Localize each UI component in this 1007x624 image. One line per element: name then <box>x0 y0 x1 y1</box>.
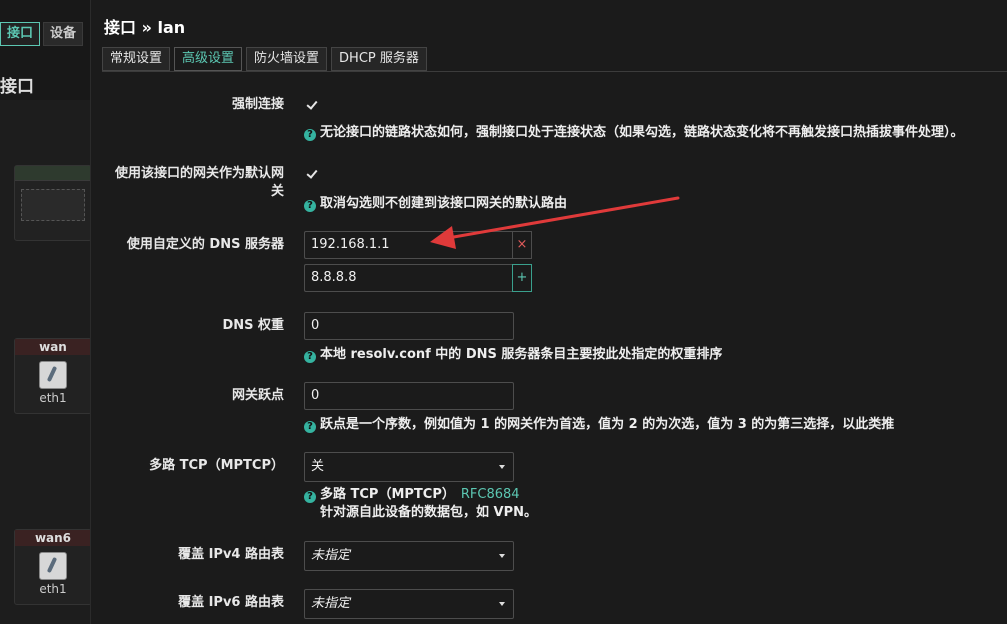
lan-card-header <box>15 166 91 181</box>
mptcp-help-line2: 针对源自此设备的数据包，如 VPN。 <box>320 505 537 520</box>
wan-card-header: wan <box>15 339 91 355</box>
dns-weight-help: ? 本地 resolv.conf 中的 DNS 服务器条目主要按此处指定的权重排序 <box>304 346 722 364</box>
dns-server-input-2[interactable]: 8.8.8.8 <box>304 264 512 292</box>
wan-card[interactable]: wan eth1 <box>14 338 92 414</box>
dns-entry-1: 192.168.1.1 × <box>304 231 532 259</box>
modal-tabs: 常规设置 高级设置 防火墙设置 DHCP 服务器 <box>102 47 1007 72</box>
wan-device-label: eth1 <box>39 391 67 405</box>
gateway-metric-help-text: 跃点是一个序数，例如值为 1 的网关作为首选，值为 2 的为次选，值为 3 的为… <box>320 417 895 432</box>
default-gateway-label: 使用该接口的网关作为默认网 关 <box>115 165 284 201</box>
ipv4-table-label: 覆盖 IPv4 路由表 <box>178 547 284 562</box>
default-gateway-help: ? 取消勾选则不创建到该接口网关的默认路由 <box>304 195 567 213</box>
help-icon: ? <box>304 421 316 433</box>
wan6-card-header: wan6 <box>15 530 91 546</box>
tab-dhcp-server[interactable]: DHCP 服务器 <box>331 47 427 71</box>
bg-tab-interfaces[interactable]: 接口 <box>0 22 41 46</box>
help-icon: ? <box>304 351 316 363</box>
default-gateway-label-line2: 关 <box>270 184 284 199</box>
rfc8684-link[interactable]: RFC8684 <box>461 487 520 502</box>
gateway-metric-input[interactable]: 0 <box>304 382 514 410</box>
gateway-metric-help: ? 跃点是一个序数，例如值为 1 的网关作为首选，值为 2 的为次选，值为 3 的… <box>304 416 894 434</box>
ipv6-table-select[interactable]: 未指定 <box>304 589 514 619</box>
ipv6-table-label: 覆盖 IPv6 路由表 <box>178 595 284 610</box>
background-tabs: 接口 设备 <box>0 22 86 46</box>
add-dns-button[interactable]: + <box>512 264 532 292</box>
ipv6-table-selected-value: 未指定 <box>311 596 351 611</box>
default-gateway-help-text: 取消勾选则不创建到该接口网关的默认路由 <box>320 196 568 211</box>
chevron-down-icon <box>499 554 505 558</box>
dns-weight-label: DNS 权重 <box>222 318 284 333</box>
default-gateway-label-line1: 使用该接口的网关作为默认网 <box>114 166 284 181</box>
dns-weight-help-text: 本地 resolv.conf 中的 DNS 服务器条目主要按此处指定的权重排序 <box>320 347 723 362</box>
modal-title: 接口 » lan <box>104 18 186 37</box>
gateway-metric-label: 网关跃点 <box>231 388 284 403</box>
check-icon <box>306 168 318 180</box>
ipv4-table-selected-value: 未指定 <box>311 548 351 563</box>
tab-advanced-settings[interactable]: 高级设置 <box>174 47 243 71</box>
interface-edit-modal: 接口 » lan 常规设置 高级设置 防火墙设置 DHCP 服务器 强制连接 ?… <box>90 0 1007 624</box>
tab-general-settings[interactable]: 常规设置 <box>102 47 171 71</box>
custom-dns-label: 使用自定义的 DNS 服务器 <box>126 237 284 252</box>
dns-entry-2: 8.8.8.8 + <box>304 264 532 292</box>
ipv4-table-select[interactable]: 未指定 <box>304 541 514 571</box>
wan6-card[interactable]: wan6 eth1 <box>14 529 92 605</box>
help-icon: ? <box>304 129 316 141</box>
force-link-help: ? 无论接口的链路状态如何，强制接口处于连接状态（如果勾选，链路状态变化将不再触发… <box>304 124 964 142</box>
force-link-label: 强制连接 <box>231 97 284 112</box>
default-gateway-checkbox[interactable] <box>306 168 318 180</box>
mptcp-select[interactable]: 关 <box>304 452 514 482</box>
force-link-help-text: 无论接口的链路状态如何，强制接口处于连接状态（如果勾选，链路状态变化将不再触发接… <box>320 125 964 140</box>
mptcp-selected-value: 关 <box>311 459 325 474</box>
check-icon <box>306 99 318 111</box>
force-link-checkbox[interactable] <box>306 99 318 111</box>
wan6-device-label: eth1 <box>39 582 67 596</box>
help-icon: ? <box>304 200 316 212</box>
help-icon: ? <box>304 491 316 503</box>
lan-device-icons <box>21 189 85 221</box>
remove-dns-button[interactable]: × <box>512 231 532 259</box>
chevron-down-icon <box>499 465 505 469</box>
dns-weight-input[interactable]: 0 <box>304 312 514 340</box>
mptcp-help: ? 多路 TCP（MPTCP） RFC8684 针对源自此设备的数据包，如 VPN。 <box>304 486 537 522</box>
bg-tab-devices[interactable]: 设备 <box>43 22 84 46</box>
ethernet-port-icon <box>39 552 67 580</box>
dns-server-input-1[interactable]: 192.168.1.1 <box>304 231 512 259</box>
chevron-down-icon <box>499 602 505 606</box>
lan-card[interactable] <box>14 165 92 241</box>
mptcp-help-text: 多路 TCP（MPTCP） <box>320 487 455 502</box>
mptcp-label: 多路 TCP（MPTCP） <box>149 458 284 473</box>
tab-firewall-settings[interactable]: 防火墙设置 <box>246 47 328 71</box>
ethernet-port-icon <box>39 361 67 389</box>
background-page-title: 接口 <box>0 77 34 97</box>
